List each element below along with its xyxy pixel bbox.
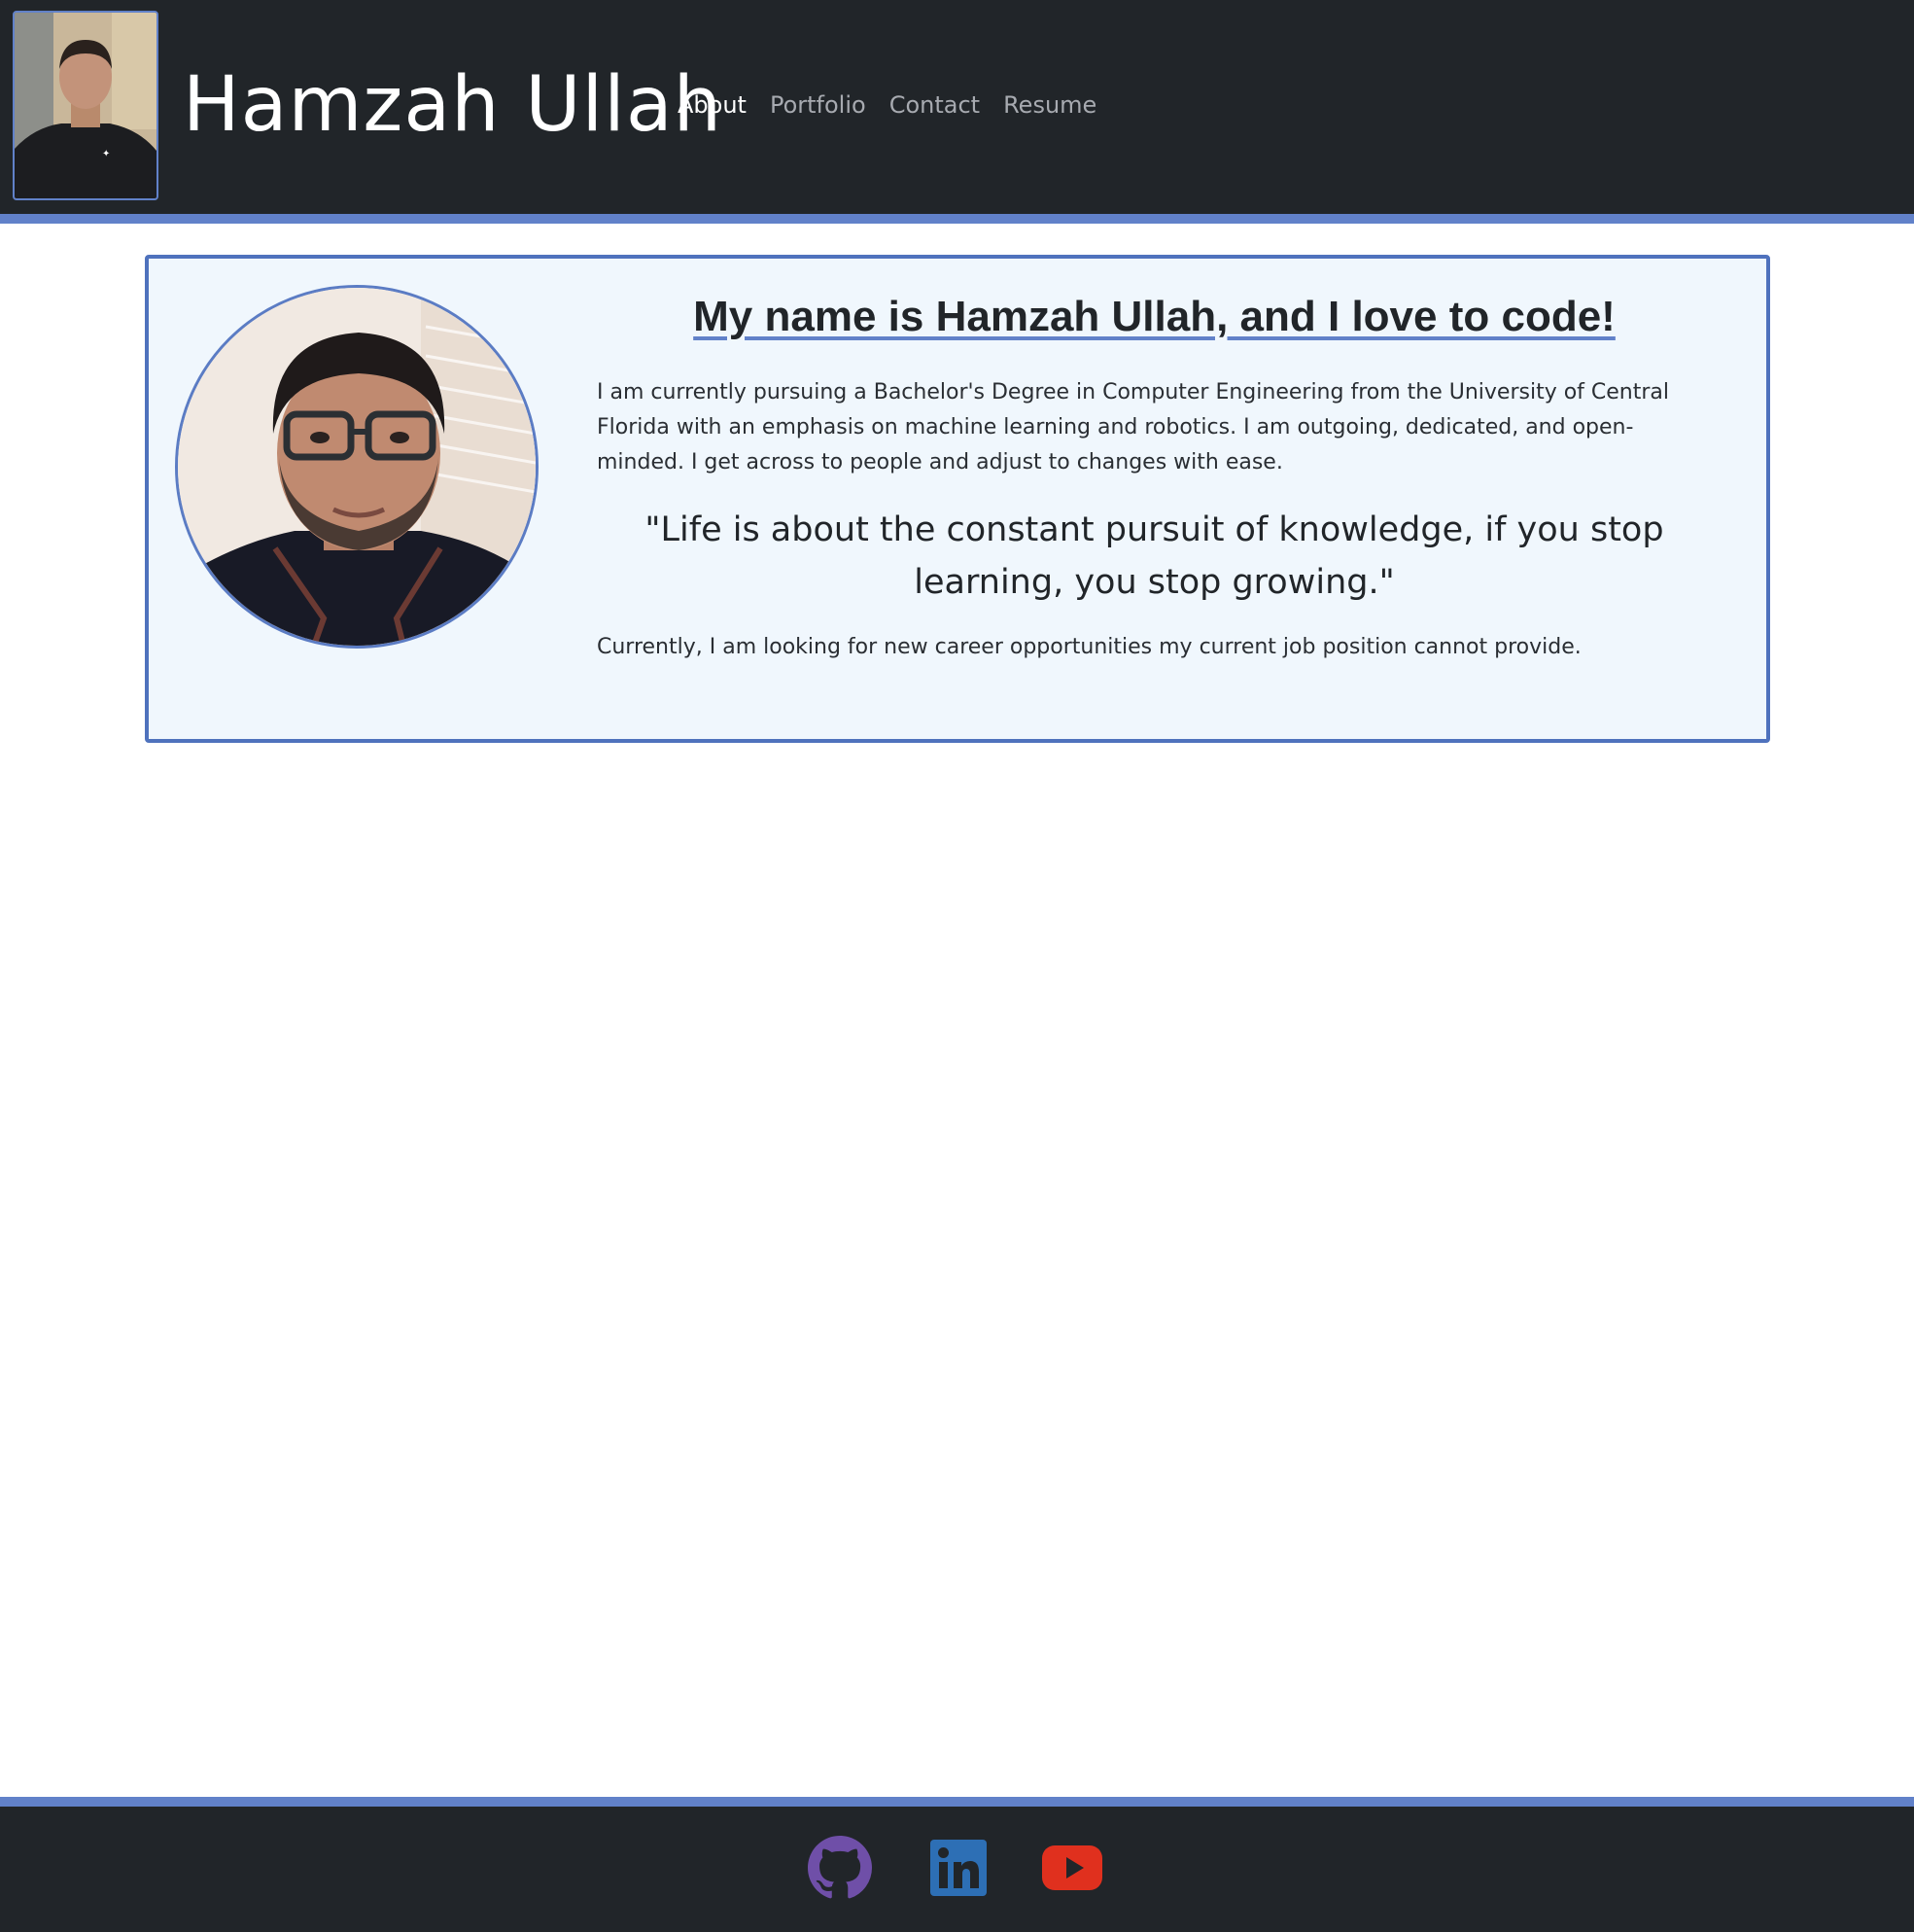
linkedin-icon [930, 1840, 987, 1896]
youtube-icon [1042, 1845, 1102, 1890]
profile-photo [175, 285, 539, 649]
nav-avatar: ✦ [13, 11, 158, 200]
about-career: Currently, I am looking for new career o… [597, 635, 1582, 659]
about-text: My name is Hamzah Ullah, and I love to c… [597, 288, 1712, 665]
github-icon [808, 1836, 872, 1899]
youtube-link[interactable] [1040, 1836, 1104, 1900]
footer [0, 1807, 1914, 1932]
avatar-photo: ✦ [15, 13, 157, 198]
github-link[interactable] [808, 1836, 872, 1900]
about-quote: "Life is about the constant pursuit of k… [644, 510, 1664, 602]
navbar: ✦ Hamzah Ullah About Portfolio Contact R… [0, 0, 1914, 214]
profile-photo-image [178, 288, 536, 646]
nav-link-resume[interactable]: Resume [1003, 88, 1096, 123]
about-headline: My name is Hamzah Ullah, and I love to c… [693, 293, 1616, 340]
nav-link-contact[interactable]: Contact [889, 88, 980, 123]
main-nav: About Portfolio Contact Resume [678, 88, 1096, 123]
linkedin-link[interactable] [926, 1836, 991, 1900]
site-title[interactable]: Hamzah Ullah [183, 56, 722, 154]
nav-link-about[interactable]: About [678, 88, 747, 123]
navbar-accent-bar [0, 214, 1914, 224]
about-bio: I am currently pursuing a Bachelor's Deg… [597, 380, 1670, 474]
footer-accent-bar [0, 1797, 1914, 1807]
about-card: My name is Hamzah Ullah, and I love to c… [145, 255, 1770, 743]
svg-text:✦: ✦ [102, 149, 110, 159]
nav-link-portfolio[interactable]: Portfolio [770, 88, 866, 123]
